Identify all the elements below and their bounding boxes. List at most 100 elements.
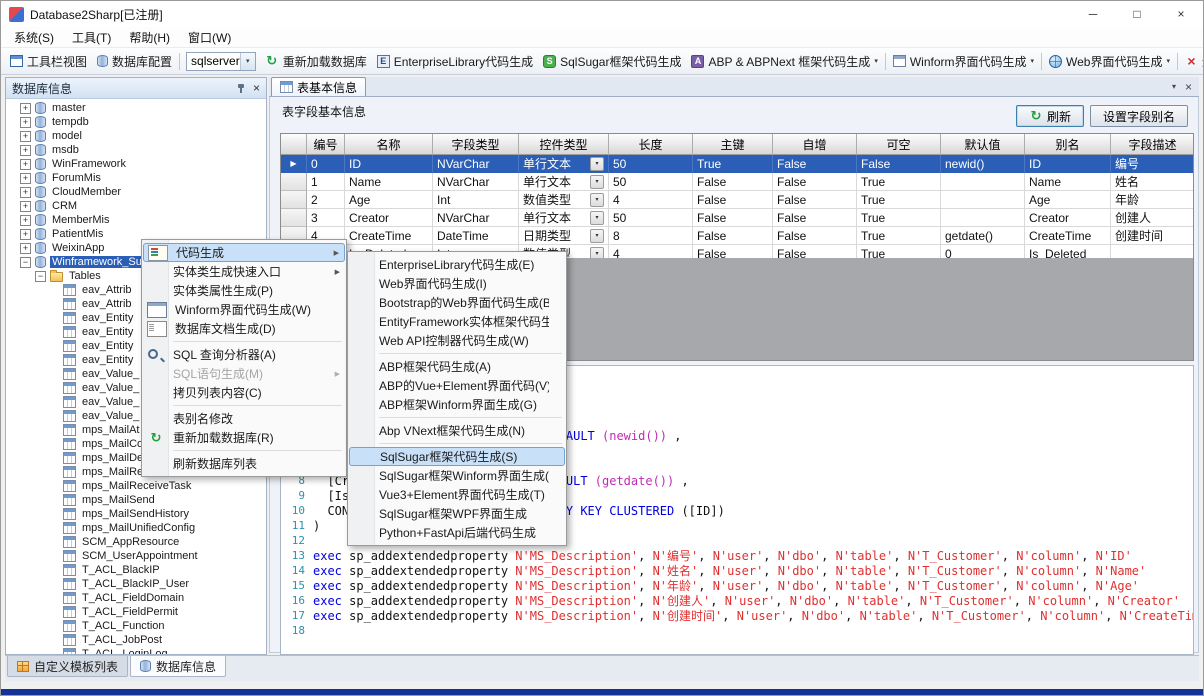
tree-node-database[interactable]: +msdb bbox=[6, 143, 266, 157]
grid-header-cell[interactable]: 自增 bbox=[773, 134, 857, 155]
expander-icon[interactable]: − bbox=[35, 271, 46, 282]
row-header-cell[interactable] bbox=[281, 209, 307, 227]
grid-cell[interactable]: 日期类型▾ bbox=[519, 227, 609, 245]
abp-codegen-button[interactable]: AABP & ABPNext 框架代码生成▾ bbox=[686, 51, 882, 72]
context-menu-item[interactable]: SQL语句生成(M)▶ bbox=[143, 364, 345, 383]
tree-node-database[interactable]: +WinFramework bbox=[6, 157, 266, 171]
tree-node-database[interactable]: +master bbox=[6, 101, 266, 115]
database-config-button[interactable]: 数据库配置 bbox=[92, 51, 177, 72]
tab-list-chevron-icon[interactable]: ▾ bbox=[1172, 82, 1176, 91]
grid-cell[interactable]: False bbox=[693, 191, 773, 209]
combo-dropdown-button[interactable]: ▾ bbox=[590, 247, 604, 259]
grid-cell[interactable] bbox=[941, 191, 1025, 209]
grid-cell[interactable]: 50 bbox=[609, 173, 693, 191]
grid-cell[interactable]: CreateTime bbox=[345, 227, 433, 245]
grid-cell[interactable]: True bbox=[857, 227, 941, 245]
table-row[interactable]: 3CreatorNVarChar单行文本▾50FalseFalseTrueCre… bbox=[281, 209, 1193, 227]
submenu-item[interactable]: Web API控制器代码生成(W) bbox=[349, 331, 565, 350]
grid-cell[interactable]: NVarChar bbox=[433, 209, 519, 227]
grid-cell[interactable]: 2 bbox=[307, 191, 345, 209]
submenu-item[interactable]: ABP框架Winform界面生成(G) bbox=[349, 395, 565, 414]
tree-node-database[interactable]: +tempdb bbox=[6, 115, 266, 129]
tree-node-table[interactable]: mps_MailSendHistory bbox=[6, 507, 266, 521]
grid-cell[interactable]: newid() bbox=[941, 155, 1025, 173]
tree-node-table[interactable]: mps_MailSend bbox=[6, 493, 266, 507]
submenu-item[interactable]: Web界面代码生成(I) bbox=[349, 274, 565, 293]
expander-icon[interactable]: + bbox=[20, 215, 31, 226]
grid-cell[interactable] bbox=[941, 209, 1025, 227]
tree-node-table[interactable]: T_ACL_BlackIP_User bbox=[6, 577, 266, 591]
tree-node-database[interactable]: +CloudMember bbox=[6, 185, 266, 199]
web-codegen-button[interactable]: Web界面代码生成▾ bbox=[1044, 51, 1175, 72]
grid-cell[interactable]: False bbox=[773, 191, 857, 209]
expander-icon[interactable]: + bbox=[20, 131, 31, 142]
context-menu-item[interactable]: 实体类属性生成(P) bbox=[143, 281, 345, 300]
minimize-button[interactable]: ─ bbox=[1071, 1, 1115, 27]
tree-node-table[interactable]: T_ACL_BlackIP bbox=[6, 563, 266, 577]
grid-cell[interactable]: Is_Deleted bbox=[1025, 245, 1111, 258]
grid-cell[interactable] bbox=[941, 173, 1025, 191]
close-button[interactable]: × bbox=[1159, 1, 1203, 27]
grid-cell[interactable]: NVarChar bbox=[433, 155, 519, 173]
grid-cell[interactable]: ID bbox=[345, 155, 433, 173]
grid-cell[interactable]: getdate() bbox=[941, 227, 1025, 245]
grid-cell[interactable]: 单行文本▾ bbox=[519, 209, 609, 227]
grid-cell[interactable]: False bbox=[773, 155, 857, 173]
enterpriselibrary-codegen-button[interactable]: EEnterpriseLibrary代码生成 bbox=[372, 51, 538, 72]
grid-cell[interactable]: 4 bbox=[609, 245, 693, 258]
tree-node-table[interactable]: mps_MailReceiveTask bbox=[6, 479, 266, 493]
context-menu-item[interactable]: 实体类生成快速入口▶ bbox=[143, 262, 345, 281]
combo-dropdown-button[interactable]: ▾ bbox=[590, 175, 604, 189]
grid-cell[interactable]: 创建时间 bbox=[1111, 227, 1193, 245]
reload-database-button[interactable]: ↻重新加载数据库 bbox=[260, 51, 372, 72]
refresh-button[interactable]: ↻ 刷新 bbox=[1016, 105, 1084, 127]
submenu-item[interactable]: Abp VNext框架代码生成(N) bbox=[349, 421, 565, 440]
table-row[interactable]: 2AgeInt数值类型▾4FalseFalseTrueAge年龄 bbox=[281, 191, 1193, 209]
submenu-item[interactable]: SqlSugar框架WPF界面生成 bbox=[349, 504, 565, 523]
grid-cell[interactable]: False bbox=[773, 173, 857, 191]
grid-cell[interactable]: False bbox=[693, 173, 773, 191]
tab-close-icon[interactable]: × bbox=[1185, 80, 1192, 94]
tree-node-table[interactable]: T_ACL_FieldPermit bbox=[6, 605, 266, 619]
grid-cell[interactable]: False bbox=[693, 227, 773, 245]
submenu-item[interactable]: SqlSugar框架Winform界面生成(U) bbox=[349, 466, 565, 485]
tree-node-table[interactable]: T_ACL_JobPost bbox=[6, 633, 266, 647]
grid-cell[interactable]: 单行文本▾ bbox=[519, 173, 609, 191]
table-row[interactable]: 1NameNVarChar单行文本▾50FalseFalseTrueName姓名 bbox=[281, 173, 1193, 191]
context-menu-item[interactable]: ↻重新加载数据库(R) bbox=[143, 428, 345, 447]
grid-cell[interactable]: DateTime bbox=[433, 227, 519, 245]
grid-cell[interactable]: CreateTime bbox=[1025, 227, 1111, 245]
tree-node-database[interactable]: +MemberMis bbox=[6, 213, 266, 227]
pin-icon[interactable] bbox=[236, 83, 246, 94]
menubar-item[interactable]: 帮助(H) bbox=[120, 27, 179, 48]
chevron-down-icon[interactable]: ▾ bbox=[240, 53, 255, 70]
toolbar-view-button[interactable]: 工具栏视图 bbox=[5, 51, 92, 72]
grid-header-cell[interactable]: 名称 bbox=[345, 134, 433, 155]
combo-dropdown-button[interactable]: ▾ bbox=[590, 193, 604, 207]
panel-close-icon[interactable]: × bbox=[253, 82, 260, 94]
expander-icon[interactable]: − bbox=[20, 257, 31, 268]
grid-cell[interactable]: False bbox=[773, 227, 857, 245]
tree-node-database[interactable]: +ForumMis bbox=[6, 171, 266, 185]
grid-cell[interactable]: 0 bbox=[941, 245, 1025, 258]
tree-node-table[interactable]: SCM_AppResource bbox=[6, 535, 266, 549]
grid-cell[interactable]: 年龄 bbox=[1111, 191, 1193, 209]
grid-cell[interactable]: Creator bbox=[1025, 209, 1111, 227]
expander-icon[interactable]: + bbox=[20, 173, 31, 184]
grid-cell[interactable]: True bbox=[857, 245, 941, 258]
grid-cell[interactable]: False bbox=[693, 209, 773, 227]
grid-header-cell[interactable]: 字段描述 bbox=[1111, 134, 1194, 155]
menubar-item[interactable]: 系统(S) bbox=[5, 27, 63, 48]
grid-header-cell[interactable]: 可空 bbox=[857, 134, 941, 155]
grid-cell[interactable]: Name bbox=[1025, 173, 1111, 191]
grid-cell[interactable]: False bbox=[857, 155, 941, 173]
expander-icon[interactable]: + bbox=[20, 229, 31, 240]
submenu-item[interactable]: Vue3+Element界面代码生成(T) bbox=[349, 485, 565, 504]
expander-icon[interactable]: + bbox=[20, 103, 31, 114]
grid-cell[interactable]: Creator bbox=[345, 209, 433, 227]
expander-icon[interactable]: + bbox=[20, 187, 31, 198]
chevron-down-icon[interactable]: ▾ bbox=[1031, 57, 1035, 65]
row-header-cell[interactable] bbox=[281, 173, 307, 191]
grid-cell[interactable]: Age bbox=[345, 191, 433, 209]
menubar-item[interactable]: 窗口(W) bbox=[179, 27, 240, 48]
